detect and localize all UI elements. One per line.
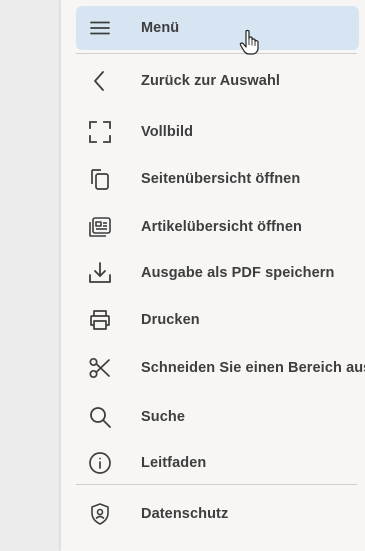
print-item[interactable]: Drucken	[76, 298, 359, 342]
page-overview-label: Seitenübersicht öffnen	[141, 171, 301, 187]
cut-area-item[interactable]: Schneiden Sie einen Bereich aus	[76, 346, 365, 390]
copy-pages-icon	[88, 167, 112, 191]
printer-icon	[88, 308, 112, 332]
cut-area-label: Schneiden Sie einen Bereich aus	[141, 360, 365, 376]
search-icon	[88, 405, 112, 429]
download-icon	[88, 261, 112, 285]
print-label: Drucken	[141, 312, 200, 328]
save-pdf-item[interactable]: Ausgabe als PDF speichern	[76, 251, 359, 295]
page-overview-item[interactable]: Seitenübersicht öffnen	[76, 157, 359, 201]
scissors-icon	[88, 356, 112, 380]
side-menu-panel: Menü Zurück zur Auswahl Vollbild Seitenü…	[61, 0, 365, 551]
search-label: Suche	[141, 409, 186, 425]
info-icon	[88, 451, 112, 475]
divider	[76, 53, 357, 54]
article-overview-label: Artikelübersicht öffnen	[141, 219, 303, 235]
save-pdf-label: Ausgabe als PDF speichern	[141, 265, 335, 281]
hamburger-menu-icon	[88, 16, 112, 40]
chevron-left-icon	[88, 69, 112, 93]
privacy-shield-icon	[88, 502, 112, 526]
fullscreen-icon	[88, 120, 112, 144]
guide-label: Leitfaden	[141, 455, 207, 471]
article-overview-icon	[88, 215, 112, 239]
fullscreen-label: Vollbild	[141, 124, 194, 140]
privacy-item[interactable]: Datenschutz	[76, 492, 359, 536]
guide-item[interactable]: Leitfaden	[76, 441, 359, 485]
menu-toggle-button[interactable]: Menü	[76, 6, 359, 50]
privacy-label: Datenschutz	[141, 506, 229, 522]
fullscreen-item[interactable]: Vollbild	[76, 110, 359, 154]
article-overview-item[interactable]: Artikelübersicht öffnen	[76, 205, 359, 249]
divider	[76, 484, 357, 485]
menu-label: Menü	[141, 20, 180, 36]
back-to-selection-label: Zurück zur Auswahl	[141, 73, 281, 89]
search-item[interactable]: Suche	[76, 395, 359, 439]
back-to-selection-item[interactable]: Zurück zur Auswahl	[76, 59, 359, 103]
